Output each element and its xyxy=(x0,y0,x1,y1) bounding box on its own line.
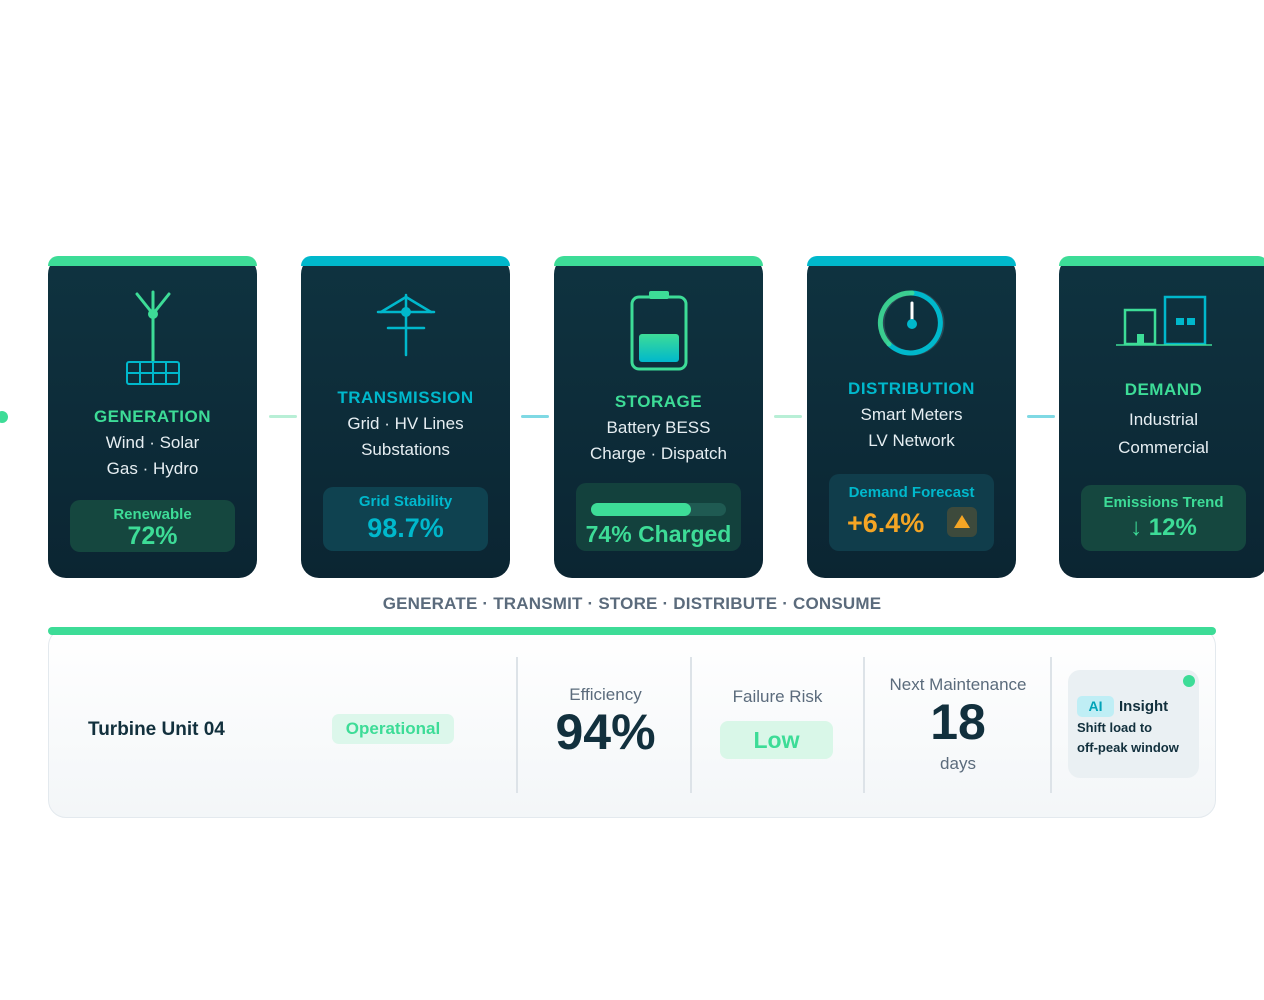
warning-triangle-icon xyxy=(947,507,977,537)
card-subtitle-2: LV Network xyxy=(868,431,955,450)
card-storage[interactable]: STORAGE Battery BESS Charge · Dispatch 7… xyxy=(554,256,763,578)
card-accent-bar xyxy=(1059,256,1264,266)
card-demand[interactable]: DEMAND Industrial Commercial Emissions T… xyxy=(1059,256,1264,578)
card-subtitle-2: Substations xyxy=(361,440,450,459)
card-subtitle-2: Commercial xyxy=(1118,438,1209,457)
card-generation[interactable]: GENERATION Wind · Solar Gas · Hydro Rene… xyxy=(48,256,257,578)
insight-title: Insight xyxy=(1119,698,1169,715)
card-subtitle-1: Industrial xyxy=(1129,410,1198,429)
efficiency-value: 94% xyxy=(555,704,656,760)
divider xyxy=(690,657,692,793)
card-subtitle-1: Grid · HV Lines xyxy=(347,414,464,433)
metric-value: 72% xyxy=(127,522,178,550)
pipeline-caption: GENERATE · TRANSMIT · STORE · DISTRIBUTE… xyxy=(382,594,882,613)
status-badge: Operational xyxy=(332,714,454,744)
failure-risk-badge: Low xyxy=(720,721,833,759)
panel-accent-bar xyxy=(48,627,1216,635)
battery-icon xyxy=(554,290,763,372)
metric-label: Grid Stability xyxy=(358,493,453,510)
failure-risk-label: Failure Risk xyxy=(732,687,823,706)
asset-status-panel: Turbine Unit 04 Operational Efficiency 9… xyxy=(48,627,1216,818)
divider xyxy=(1050,657,1052,793)
renewable-metric: Renewable 72% xyxy=(70,500,235,552)
emissions-trend-metric: Emissions Trend ↓ 12% xyxy=(1081,485,1246,551)
card-subtitle-1: Smart Meters xyxy=(860,405,963,424)
metric-label: Renewable xyxy=(113,506,192,523)
metric-value: 98.7% xyxy=(367,513,444,543)
flow-start-dot xyxy=(0,411,8,423)
storage-charge-metric: 74% Charged xyxy=(576,483,741,551)
connector-line xyxy=(774,415,802,418)
card-distribution[interactable]: DISTRIBUTION Smart Meters LV Network Dem… xyxy=(807,256,1016,578)
smart-meter-gauge-icon xyxy=(807,288,1016,358)
card-accent-bar xyxy=(48,256,257,266)
metric-value: ↓ 12% xyxy=(1130,514,1197,541)
card-subtitle-2: Gas · Hydro xyxy=(106,459,199,478)
buildings-icon xyxy=(1059,294,1264,350)
card-subtitle-1: Wind · Solar xyxy=(105,433,200,452)
transmission-tower-icon xyxy=(301,292,510,358)
metric-label: Demand Forecast xyxy=(848,484,975,501)
card-subtitle-1: Battery BESS xyxy=(606,418,711,437)
maintenance-label: Next Maintenance xyxy=(889,675,1027,694)
ai-insight-card[interactable]: AI Insight Shift load to off-peak window xyxy=(1068,670,1199,778)
metric-value: +6.4% xyxy=(847,508,925,538)
card-title: DEMAND xyxy=(1124,380,1203,399)
card-title: STORAGE xyxy=(614,392,703,411)
wind-turbine-solar-icon xyxy=(48,284,257,386)
card-title: DISTRIBUTION xyxy=(848,379,975,398)
metric-value: 74% Charged xyxy=(585,521,732,547)
card-subtitle-2: Charge · Dispatch xyxy=(589,444,727,463)
live-indicator-dot xyxy=(1183,675,1195,687)
card-title: GENERATION xyxy=(93,407,212,426)
demand-forecast-metric: Demand Forecast +6.4% xyxy=(829,474,994,551)
card-accent-bar xyxy=(807,256,1016,266)
card-title: TRANSMISSION xyxy=(337,388,474,407)
grid-stability-metric: Grid Stability 98.7% xyxy=(323,487,488,551)
asset-name: Turbine Unit 04 xyxy=(88,719,225,740)
ai-badge: AI xyxy=(1077,696,1114,717)
connector-line xyxy=(269,415,297,418)
charge-progress-track xyxy=(591,503,726,516)
efficiency-label: Efficiency xyxy=(569,685,642,704)
insight-line-1: Shift load to xyxy=(1077,720,1153,735)
insight-line-2: off-peak window xyxy=(1077,740,1179,755)
card-accent-bar xyxy=(554,256,763,266)
card-accent-bar xyxy=(301,256,510,266)
card-transmission[interactable]: TRANSMISSION Grid · HV Lines Substations… xyxy=(301,256,510,578)
metric-label: Emissions Trend xyxy=(1103,494,1224,511)
charge-progress-fill xyxy=(591,503,691,516)
maintenance-days-value: 18 xyxy=(930,694,986,750)
connector-line xyxy=(521,415,549,418)
connector-line xyxy=(1027,415,1055,418)
maintenance-unit: days xyxy=(940,754,976,773)
